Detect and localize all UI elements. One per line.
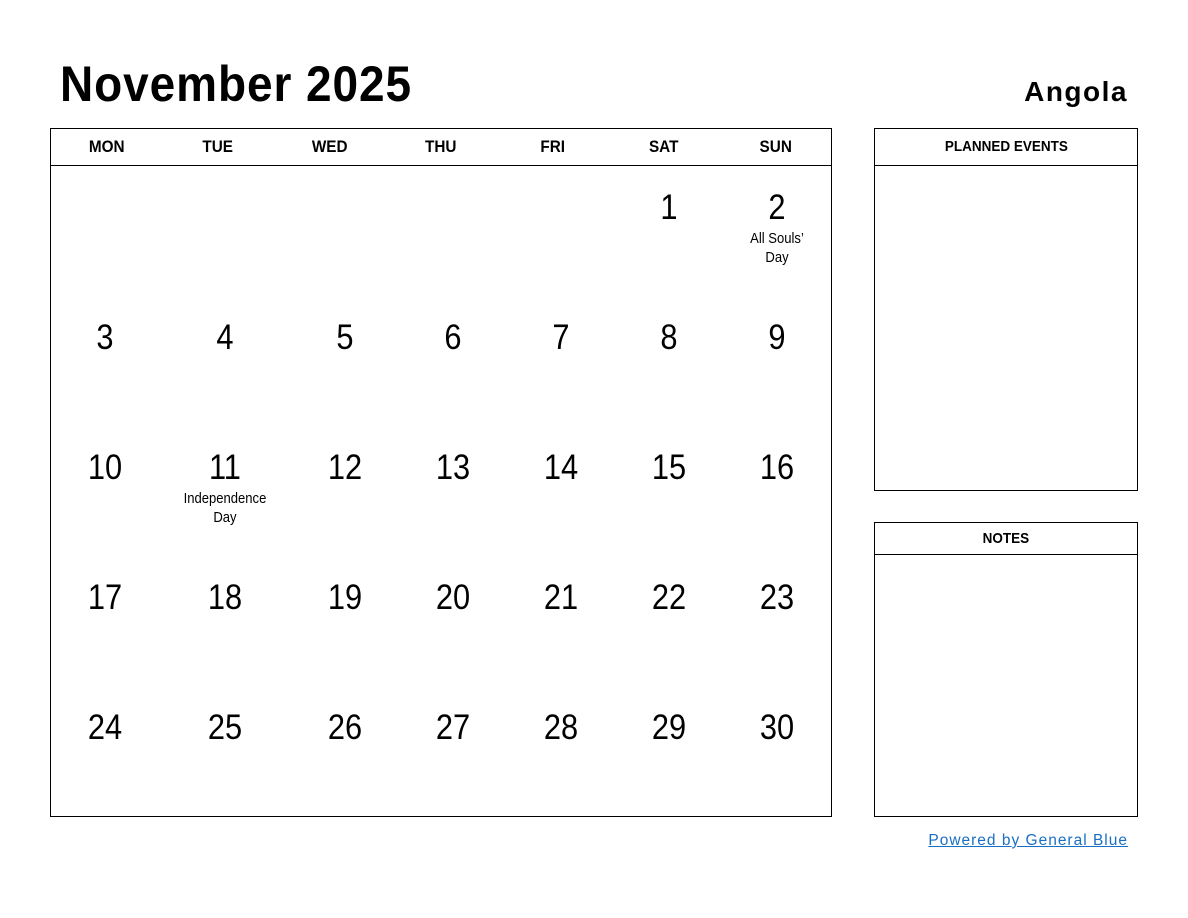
weekday-sun: SUN [759,137,792,156]
empty-cell [159,166,291,296]
day-cell[interactable]: 27 [399,686,507,816]
day-cell[interactable]: 25 [159,686,291,816]
day-number: 15 [651,448,687,487]
weekday-header: MON TUE WED THU FRI SAT SUN [51,129,831,166]
day-number: 29 [651,708,687,747]
holiday-label: All Souls’ Day [750,231,804,266]
day-number: 24 [87,708,123,747]
day-number: 3 [96,318,114,357]
day-cell[interactable]: 6 [399,296,507,426]
notes-header: NOTES [875,523,1137,555]
day-cell[interactable]: 24 [51,686,159,816]
day-cell[interactable]: 12 [291,426,399,556]
day-cell[interactable]: 28 [507,686,615,816]
weekday-mon: MON [88,137,125,156]
day-cell[interactable]: 17 [51,556,159,686]
planned-events-panel: PLANNED EVENTS [874,128,1138,491]
day-number: 22 [651,578,687,617]
day-cell[interactable]: 16 [723,426,831,556]
day-cell[interactable]: 1 [615,166,723,296]
day-number: 26 [327,708,363,747]
day-number: 1 [660,188,678,227]
day-cell[interactable]: 29 [615,686,723,816]
day-number: 2 [768,188,786,227]
day-cell[interactable]: 21 [507,556,615,686]
day-number: 19 [327,578,363,617]
weekday-thu: THU [425,137,457,156]
day-cell[interactable]: 26 [291,686,399,816]
day-cell[interactable]: 19 [291,556,399,686]
country-name: Angola [1024,76,1128,107]
notes-panel: NOTES [874,522,1138,817]
day-number: 28 [543,708,579,747]
day-number: 13 [435,448,471,487]
day-cell[interactable]: 5 [291,296,399,426]
powered-by-link[interactable]: Powered by General Blue [928,832,1128,850]
day-number: 21 [543,578,579,617]
day-cell[interactable]: 23 [723,556,831,686]
day-number: 30 [759,708,795,747]
day-cell[interactable]: 3 [51,296,159,426]
notes-label: NOTES [982,530,1030,547]
day-number: 12 [327,448,363,487]
holiday-label: Independence Day [183,491,267,526]
day-number: 8 [660,318,678,357]
day-number: 17 [87,578,123,617]
empty-cell [51,166,159,296]
day-number: 18 [207,578,243,617]
day-cell[interactable]: 9 [723,296,831,426]
empty-cell [399,166,507,296]
day-cell[interactable]: 22 [615,556,723,686]
day-number: 7 [552,318,570,357]
day-cell[interactable]: 8 [615,296,723,426]
empty-cell [507,166,615,296]
day-cell[interactable]: 10 [51,426,159,556]
weekday-sat: SAT [649,137,679,156]
empty-cell [291,166,399,296]
day-number: 5 [336,318,354,357]
day-cell[interactable]: 18 [159,556,291,686]
calendar-body: 1 2 All Souls’ Day 3 4 5 6 7 8 9 10 11 Independence … [51,166,831,816]
day-cell[interactable]: 30 [723,686,831,816]
day-number: 11 [208,448,241,487]
day-cell[interactable]: 7 [507,296,615,426]
day-cell[interactable]: 11 Independence Day [159,426,291,556]
day-number: 10 [87,448,123,487]
day-number: 6 [444,318,462,357]
day-number: 16 [759,448,795,487]
day-cell[interactable]: 20 [399,556,507,686]
day-number: 9 [768,318,786,357]
month-title: November 2025 [60,56,413,112]
day-number: 23 [759,578,795,617]
day-number: 4 [216,318,234,357]
day-number: 27 [435,708,471,747]
planned-events-label: PLANNED EVENTS [944,138,1068,155]
calendar-grid: MON TUE WED THU FRI SAT SUN 1 2 All Souls’… [50,128,832,817]
weekday-tue: TUE [202,137,234,156]
day-cell[interactable]: 15 [615,426,723,556]
day-cell[interactable]: 4 [159,296,291,426]
day-cell[interactable]: 14 [507,426,615,556]
day-number: 14 [543,448,579,487]
weekday-wed: WED [311,137,348,156]
day-cell[interactable]: 13 [399,426,507,556]
day-number: 20 [435,578,471,617]
weekday-fri: FRI [540,137,565,156]
planned-events-header: PLANNED EVENTS [875,129,1137,166]
day-cell[interactable]: 2 All Souls’ Day [723,166,831,296]
day-number: 25 [207,708,243,747]
